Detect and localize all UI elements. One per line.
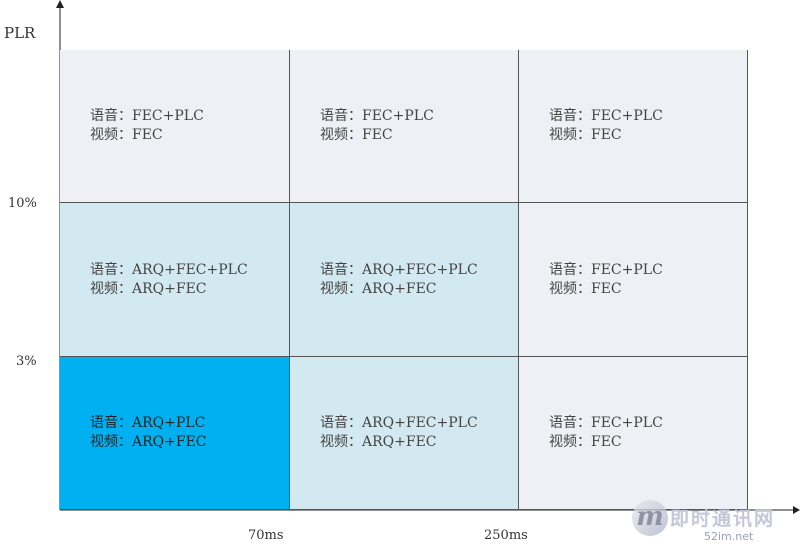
cell-voice-text: 语音：FEC+PLC [549, 261, 663, 278]
cell-r0-c0: 语音：FEC+PLC 视频：FEC [60, 50, 290, 203]
cell-video-text: 视频：FEC [549, 127, 622, 143]
cell-video-text: 视频：ARQ+FEC [90, 280, 207, 297]
cell-r2-c2: 语音：FEC+PLC 视频：FEC [519, 357, 748, 510]
cell-video-text: 视频：ARQ+FEC [90, 434, 207, 450]
cell-r0-c2: 语音：FEC+PLC 视频：FEC [519, 50, 748, 203]
watermark-logo: m [632, 500, 668, 536]
cell-voice-text: 语音：ARQ+PLC [90, 415, 206, 431]
cell-r1-c2: 语音：FEC+PLC 视频：FEC [519, 203, 748, 357]
cell-voice-text: 语音：FEC+PLC [549, 415, 663, 431]
cell-video-text: 视频：FEC [549, 434, 622, 450]
cell-voice-text: 语音：FEC+PLC [549, 108, 663, 124]
cell-r0-c1: 语音：FEC+PLC 视频：FEC [290, 50, 519, 203]
y-axis-title: PLR [4, 24, 36, 42]
cell-voice-text: 语音：ARQ+FEC+PLC [90, 261, 248, 278]
y-tick-3pct: 3% [16, 354, 37, 369]
y-tick-10pct: 10% [8, 196, 37, 211]
x-axis-arrow [793, 506, 800, 514]
cell-r2-c1: 语音：ARQ+FEC+PLC 视频：ARQ+FEC [290, 357, 519, 510]
cell-video-text: 视频：FEC [549, 280, 622, 297]
cell-video-text: 视频：ARQ+FEC [320, 280, 437, 297]
x-tick-70ms: 70ms [248, 528, 284, 543]
cell-video-text: 视频：ARQ+FEC [320, 434, 437, 450]
x-tick-250ms: 250ms [484, 528, 528, 543]
cell-r2-c0: 语音：ARQ+PLC 视频：ARQ+FEC [60, 357, 290, 510]
cell-voice-text: 语音：ARQ+FEC+PLC [320, 415, 478, 431]
watermark-name: 即时通讯网 [670, 508, 776, 530]
cell-voice-text: 语音：FEC+PLC [320, 108, 434, 124]
cell-video-text: 视频：FEC [90, 127, 163, 143]
cell-voice-text: 语音：ARQ+FEC+PLC [320, 261, 478, 278]
y-axis-arrow [56, 0, 64, 8]
cell-r1-c1: 语音：ARQ+FEC+PLC 视频：ARQ+FEC [290, 203, 519, 357]
cell-r1-c0: 语音：ARQ+FEC+PLC 视频：ARQ+FEC [60, 203, 290, 357]
cell-voice-text: 语音：FEC+PLC [90, 108, 204, 124]
cell-video-text: 视频：FEC [320, 127, 393, 143]
watermark-url: 52im.net [704, 530, 754, 543]
strategy-grid: 语音：FEC+PLC 视频：FEC 语音：FEC+PLC 视频：FEC 语音：FEC… [60, 50, 748, 510]
